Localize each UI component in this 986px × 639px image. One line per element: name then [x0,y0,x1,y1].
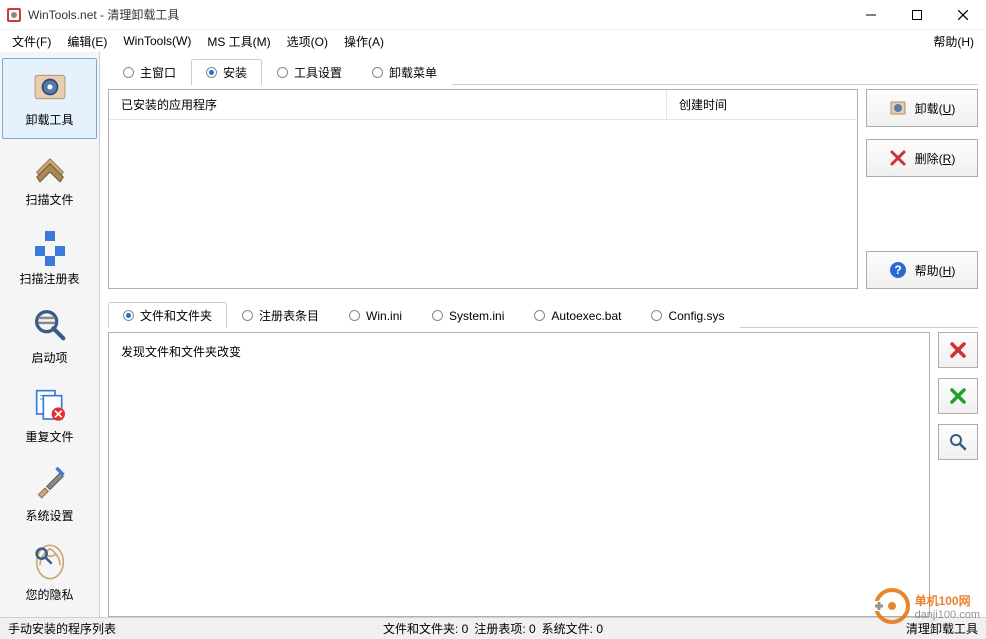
help-icon: ? [889,261,907,279]
uninstall-icon [889,99,907,117]
tab-label: 注册表条目 [259,307,319,324]
app-icon [6,7,22,23]
sidebar-item-scanregistry[interactable]: 扫描注册表 [0,218,99,297]
svg-text:?: ? [894,263,901,277]
window-controls [848,0,986,29]
status-files: 文件和文件夹: 0 [383,620,468,637]
tab-files-folders[interactable]: 文件和文件夹 [108,302,227,328]
menu-bar: 文件(F) 编辑(E) WinTools(W) MS 工具(M) 选项(O) 操… [0,30,986,52]
privacy-icon [30,542,70,582]
scanregistry-icon [30,226,70,266]
tab-label: 文件和文件夹 [140,307,212,324]
menu-mstools[interactable]: MS 工具(M) [199,31,278,52]
tab-systemini[interactable]: System.ini [417,302,519,328]
tab-label: System.ini [449,309,504,323]
sidebar-label: 启动项 [31,349,67,366]
delete-icon [889,149,907,167]
menu-help[interactable]: 帮助(H) [925,31,982,52]
remove-change-button[interactable] [938,332,978,368]
window-title: WinTools.net - 清理卸载工具 [28,6,848,23]
status-registry: 注册表项: 0 [474,620,535,637]
help-button[interactable]: ? 帮助(H) [866,251,978,289]
x-red-icon [949,341,967,359]
list-header: 已安装的应用程序 创建时间 [109,90,857,120]
x-green-icon [949,387,967,405]
changes-panel[interactable]: 发现文件和文件夹改变 [108,332,930,617]
col-time[interactable]: 创建时间 [667,90,857,119]
sidebar-label: 扫描文件 [25,191,73,208]
tab-config[interactable]: Config.sys [636,302,739,328]
tab-label: Win.ini [366,309,402,323]
sidebar: 卸载工具 扫描文件 扫描注册表 启动项 重复文件 系统设置 您的隐私 [0,52,100,617]
tab-label: 卸载菜单 [389,64,437,81]
search-icon [949,433,967,451]
tab-install[interactable]: 安装 [191,59,262,85]
menu-wintools[interactable]: WinTools(W) [115,32,199,50]
menu-options[interactable]: 选项(O) [279,31,336,52]
menu-file[interactable]: 文件(F) [4,31,59,52]
startup-icon [30,305,70,345]
minimize-button[interactable] [848,0,894,29]
tab-uninstall-menu[interactable]: 卸载菜单 [357,59,452,85]
menu-operations[interactable]: 操作(A) [336,31,392,52]
tab-label: 主窗口 [140,64,176,81]
tab-tool-settings[interactable]: 工具设置 [262,59,357,85]
status-system: 系统文件: 0 [542,620,603,637]
close-button[interactable] [940,0,986,29]
list-body[interactable] [109,120,857,288]
tab-label: Config.sys [668,309,724,323]
sidebar-label: 您的隐私 [25,586,73,603]
tweakui-icon [30,463,70,503]
title-bar: WinTools.net - 清理卸载工具 [0,0,986,30]
button-label: 卸载(U) [915,100,956,117]
col-app[interactable]: 已安装的应用程序 [109,90,667,119]
sidebar-label: 重复文件 [25,428,73,445]
uninstaller-icon [30,67,70,107]
search-change-button[interactable] [938,424,978,460]
content-area: 主窗口 安装 工具设置 卸载菜单 已安装的应用程序 创建时间 卸载(U) [100,52,986,617]
status-right: 清理卸载工具 [906,620,978,637]
sidebar-label: 系统设置 [25,507,73,524]
menu-edit[interactable]: 编辑(E) [59,31,115,52]
tab-label: 工具设置 [294,64,342,81]
duplicates-icon [30,384,70,424]
button-label: 帮助(H) [915,262,956,279]
sidebar-item-startup[interactable]: 启动项 [0,297,99,376]
uninstall-button[interactable]: 卸载(U) [866,89,978,127]
tab-autoexec[interactable]: Autoexec.bat [519,302,636,328]
tab-label: Autoexec.bat [551,309,621,323]
tab-main-window[interactable]: 主窗口 [108,59,191,85]
sidebar-item-tweakui[interactable]: 系统设置 [0,455,99,534]
sidebar-item-uninstaller[interactable]: 卸载工具 [2,58,97,139]
upper-tabstrip: 主窗口 安装 工具设置 卸载菜单 [108,58,978,85]
delete-button[interactable]: 删除(R) [866,139,978,177]
scanfiles-icon [30,147,70,187]
tab-label: 安装 [223,64,247,81]
lower-tabstrip: 文件和文件夹 注册表条目 Win.ini System.ini Autoexec… [108,301,978,328]
tab-registry-entries[interactable]: 注册表条目 [227,302,334,328]
sidebar-item-scanfiles[interactable]: 扫描文件 [0,139,99,218]
status-left: 手动安装的程序列表 [8,620,116,637]
keep-change-button[interactable] [938,378,978,414]
maximize-button[interactable] [894,0,940,29]
button-label: 删除(R) [915,150,956,167]
sidebar-label: 卸载工具 [25,111,73,128]
status-bar: 手动安装的程序列表 文件和文件夹: 0 注册表项: 0 系统文件: 0 清理卸载… [0,617,986,639]
installed-app-list[interactable]: 已安装的应用程序 创建时间 [108,89,858,289]
changes-title: 发现文件和文件夹改变 [121,345,241,359]
sidebar-item-privacy[interactable]: 您的隐私 [0,534,99,613]
sidebar-label: 扫描注册表 [19,270,79,287]
tab-winini[interactable]: Win.ini [334,302,417,328]
sidebar-item-duplicates[interactable]: 重复文件 [0,376,99,455]
